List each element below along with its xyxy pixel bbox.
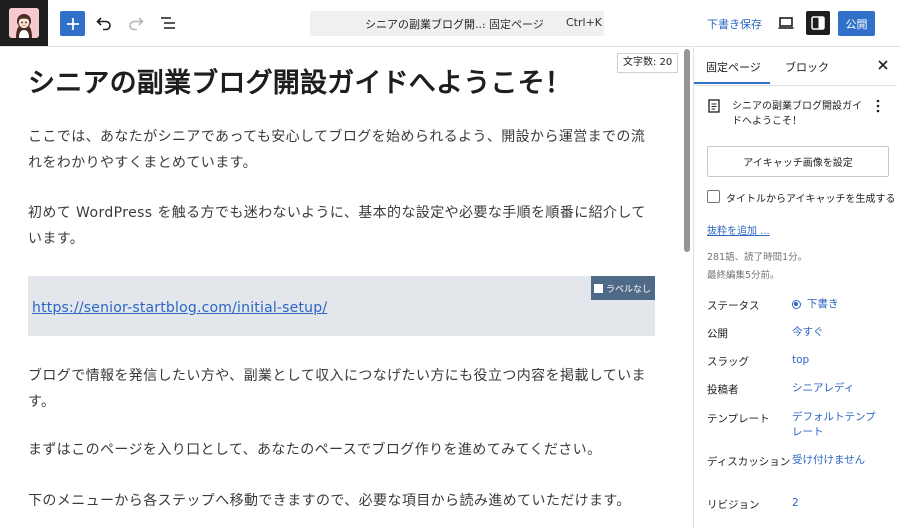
status-label: ステータス xyxy=(707,300,760,312)
save-draft-button[interactable]: 下書き保存 xyxy=(707,16,762,32)
avatar xyxy=(9,8,39,38)
add-excerpt-link[interactable]: 抜粋を追加 ... xyxy=(707,222,770,237)
settings-sidebar: 固定ページ ブロック シニアの副業ブログ開設ガイドへようこそ！ アイキャッチ画像… xyxy=(693,47,900,529)
desktop-preview-icon xyxy=(778,17,794,29)
undo-button[interactable] xyxy=(92,11,116,35)
publish-value[interactable]: 今すぐ xyxy=(792,325,824,340)
document-overview-button[interactable] xyxy=(156,11,180,35)
label-none-toggle[interactable]: ラベルなし xyxy=(590,276,655,300)
set-featured-image-button[interactable]: アイキャッチ画像を設定 xyxy=(707,146,889,177)
redo-button[interactable] xyxy=(124,11,148,35)
tab-block[interactable]: ブロック xyxy=(785,59,829,75)
generate-featured-label[interactable]: タイトルからアイキャッチを生成する xyxy=(726,190,896,205)
document-title: シニアの副業ブログ開設ガイドへようこそ！ xyxy=(732,101,862,127)
status-value-text: 下書き xyxy=(807,298,839,310)
preview-button[interactable] xyxy=(774,11,798,35)
command-palette-bar[interactable]: シニアの副業ブログ開... · 固定ページ Ctrl+K xyxy=(310,11,604,36)
discussion-label: ディスカッション xyxy=(707,456,791,468)
draft-status-icon xyxy=(792,300,801,309)
command-bar-title: シニアの副業ブログ開... xyxy=(365,18,486,31)
template-value[interactable]: デフォルトテンプレート xyxy=(792,410,882,440)
sidebar-toggle-icon xyxy=(811,16,825,30)
slug-label: スラッグ xyxy=(707,356,749,368)
site-icon-button[interactable] xyxy=(0,0,48,46)
label-checkbox[interactable] xyxy=(593,283,603,293)
redo-icon xyxy=(129,17,144,31)
block-inserter-button[interactable] xyxy=(60,11,85,36)
sidebar-tabs: 固定ページ ブロック xyxy=(694,47,900,86)
editor-toolbar: シニアの副業ブログ開... · 固定ページ Ctrl+K 下書き保存 公開 xyxy=(0,0,900,47)
revisions-value[interactable]: 2 xyxy=(792,496,799,511)
embed-url-link[interactable]: https://senior-startblog.com/initial-set… xyxy=(32,300,327,316)
status-value[interactable]: 下書き xyxy=(792,297,839,312)
page-icon xyxy=(708,99,720,113)
author-label: 投稿者 xyxy=(707,384,739,396)
label-toggle-text: ラベルなし xyxy=(605,284,651,295)
generate-featured-checkbox[interactable] xyxy=(707,190,720,203)
list-view-icon xyxy=(161,17,175,29)
paragraph-block[interactable]: 初めて WordPress を触る方でも迷わないように、基本的な設定や必要な手順… xyxy=(28,200,656,252)
word-stats: 281語、読了時間1分。 xyxy=(707,252,808,263)
editor-scrollbar-thumb[interactable] xyxy=(684,49,690,252)
avatar-illustration-icon xyxy=(9,8,39,38)
more-options-icon[interactable] xyxy=(874,99,882,113)
close-sidebar-button[interactable] xyxy=(874,56,892,74)
undo-icon xyxy=(96,17,111,31)
close-icon xyxy=(878,60,888,70)
last-edited: 最終編集5分前。 xyxy=(707,270,780,281)
paragraph-block[interactable]: 下のメニューから各ステップへ移動できますので、必要な項目から読み進めていただけま… xyxy=(28,488,656,514)
publish-label: 公開 xyxy=(707,328,728,340)
paragraph-block[interactable]: まずはこのページを入り口として、あなたのペースでブログ作りを進めてみてください。 xyxy=(28,437,656,463)
template-label: テンプレート xyxy=(707,413,770,425)
slug-value[interactable]: top xyxy=(792,353,809,368)
command-bar-shortcut: Ctrl+K xyxy=(566,16,603,29)
embed-block[interactable]: ラベルなし https://senior-startblog.com/initi… xyxy=(28,276,655,336)
paragraph-block[interactable]: ここでは、あなたがシニアであっても安心してブログを始められるよう、開設から運営ま… xyxy=(28,124,656,176)
revisions-label: リビジョン xyxy=(707,499,760,511)
publish-button[interactable]: 公開 xyxy=(838,11,875,36)
editor-canvas: 文字数: 20 シニアの副業ブログ開設ガイドへようこそ！ ここでは、あなたがシニ… xyxy=(0,47,693,529)
post-title[interactable]: シニアの副業ブログ開設ガイドへようこそ！ xyxy=(28,61,618,100)
active-tab-indicator xyxy=(694,82,770,84)
paragraph-block[interactable]: ブログで情報を発信したい方や、副業として収入につなげたい方にも役立つ内容を掲載し… xyxy=(28,363,656,415)
word-count-badge: 文字数: 20 xyxy=(617,53,679,73)
plus-icon xyxy=(66,17,79,30)
author-value[interactable]: シニアレディ xyxy=(792,381,854,396)
command-bar-post-type: · 固定ページ xyxy=(482,18,544,31)
discussion-value[interactable]: 受け付けません xyxy=(792,453,865,468)
tab-page[interactable]: 固定ページ xyxy=(706,59,761,75)
settings-panel-toggle[interactable] xyxy=(806,11,830,35)
